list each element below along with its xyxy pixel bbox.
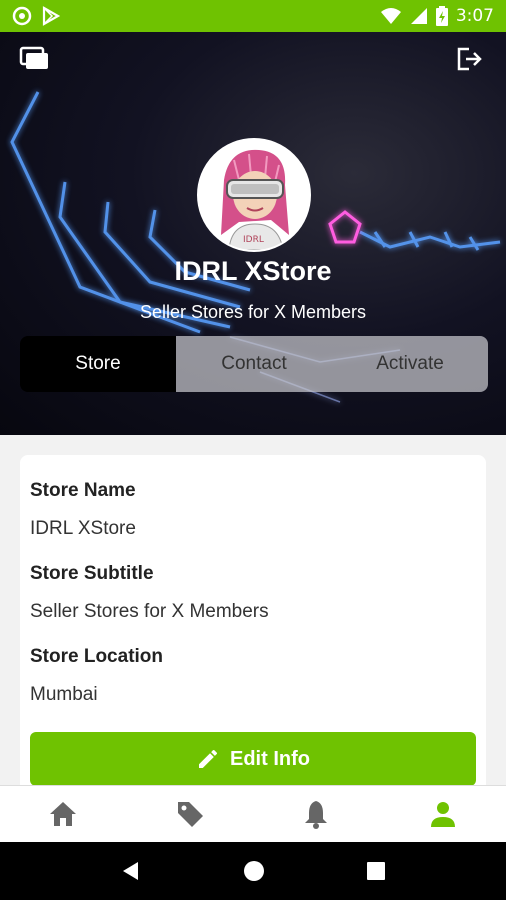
switch-stores-button[interactable] (18, 44, 52, 74)
switch-stores-icon (19, 46, 48, 69)
home-circle-icon[interactable] (243, 860, 265, 882)
store-avatar: IDRL (197, 138, 311, 252)
store-location-label: Store Location (30, 646, 164, 667)
profile-icon (430, 802, 455, 827)
edit-info-label: Edit Info (230, 747, 310, 770)
logout-icon (457, 47, 482, 71)
tab-activate[interactable]: Activate (332, 336, 488, 392)
store-name-value: IDRL XStore (30, 518, 136, 539)
tag-icon (177, 802, 203, 827)
store-subtitle: Seller Stores for X Members (139, 302, 367, 322)
status-time: 3:07 (455, 6, 494, 26)
bottom-navigation (0, 785, 506, 842)
store-name-label: Store Name (30, 480, 136, 501)
nav-notifications[interactable] (253, 786, 380, 842)
store-title: IDRL XStore (174, 256, 332, 286)
signal-icon (410, 8, 427, 24)
store-header: IDRL IDRL XStore Seller Stores for X Mem… (0, 32, 506, 435)
status-left (12, 6, 60, 26)
bell-icon (305, 801, 328, 829)
nav-home[interactable] (0, 786, 127, 842)
store-tabs: Store Contact Activate (20, 336, 488, 392)
svg-text:IDRL: IDRL (243, 235, 264, 245)
circle-notification-icon (12, 6, 32, 26)
system-navigation-bar (0, 842, 506, 900)
tab-store[interactable]: Store (20, 336, 176, 392)
pencil-icon (199, 749, 218, 768)
store-subtitle-value: Seller Stores for X Members (30, 601, 269, 622)
logout-button[interactable] (452, 44, 486, 74)
wifi-icon (380, 8, 401, 24)
tab-contact[interactable]: Contact (176, 336, 332, 392)
battery-icon (435, 6, 448, 26)
home-icon (50, 802, 77, 826)
status-right: 3:07 (380, 6, 494, 26)
nav-profile[interactable] (380, 786, 506, 842)
store-subtitle-label: Store Subtitle (30, 563, 154, 584)
store-info-card: Store Name IDRL XStore Store Subtitle Se… (20, 455, 486, 795)
back-icon[interactable] (120, 860, 142, 882)
edit-info-button[interactable]: Edit Info (30, 732, 476, 786)
recents-icon[interactable] (366, 861, 386, 881)
avatar-illustration: IDRL (199, 140, 309, 250)
play-store-icon (42, 6, 60, 26)
store-location-value: Mumbai (30, 684, 98, 705)
status-bar: 3:07 (0, 0, 506, 32)
nav-tags[interactable] (127, 786, 254, 842)
